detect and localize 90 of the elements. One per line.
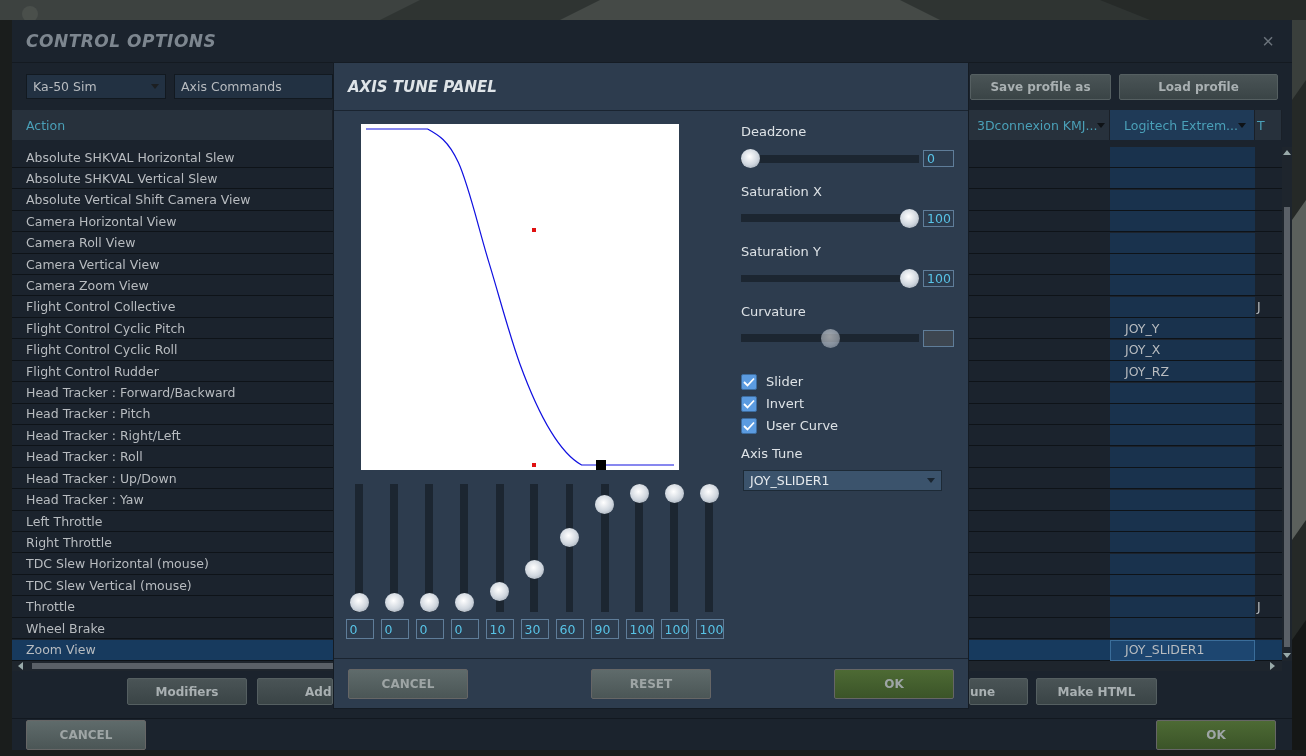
action-cell[interactable]: Zoom View [12, 639, 333, 661]
checkbox[interactable] [741, 374, 757, 390]
caret-icon [151, 84, 159, 89]
action-cell[interactable]: Camera Horizontal View [12, 211, 333, 233]
add-button[interactable]: Add [257, 678, 333, 705]
value-field[interactable]: 10 [485, 619, 514, 639]
checkbox-label: Invert [766, 396, 805, 412]
value-field[interactable] [923, 329, 954, 347]
action-cell[interactable]: TDC Slew Horizontal (mouse) [12, 553, 333, 575]
action-cell[interactable]: Flight Control Cyclic Roll [12, 339, 333, 361]
slider-thumb[interactable] [900, 208, 919, 228]
setting-label: Saturation X [741, 184, 823, 200]
slider-thumb[interactable] [900, 268, 919, 288]
column-header[interactable]: 3Dconnexion KMJ... [969, 110, 1110, 140]
checkbox-label: User Curve [766, 418, 839, 434]
slider-thumb[interactable] [700, 484, 719, 503]
action-cell[interactable]: Flight Control Collective [12, 296, 333, 318]
dropdown[interactable]: Axis Commands [174, 74, 333, 99]
setting-label: Deadzone [741, 124, 808, 140]
action-cell[interactable]: Head Tracker : Forward/Backward [12, 382, 333, 404]
setting-label: Saturation Y [741, 244, 822, 260]
value-field[interactable]: 100 [660, 619, 689, 639]
slider-thumb[interactable] [350, 593, 369, 612]
action-cell[interactable]: Camera Vertical View [12, 254, 333, 276]
checkbox[interactable] [741, 418, 757, 434]
window-title: CONTROL OPTIONS [26, 31, 217, 51]
column-header[interactable]: Logitech Extrem... [1110, 110, 1255, 140]
slider-thumb[interactable] [665, 484, 684, 503]
value-field[interactable]: 100 [923, 209, 954, 227]
binding-cell: JOY_X [1110, 339, 1255, 361]
slider-thumb[interactable] [385, 593, 404, 612]
panel-title: AXIS TUNE PANEL [348, 77, 497, 96]
action-cell[interactable]: Camera Roll View [12, 232, 333, 254]
value-field[interactable]: 30 [520, 619, 549, 639]
slider-thumb[interactable] [595, 494, 614, 514]
value-field[interactable]: 100 [923, 269, 954, 287]
action-cell[interactable]: Head Tracker : Yaw [12, 489, 333, 511]
action-cell[interactable]: Head Tracker : Right/Left [12, 425, 333, 447]
axis-dropdown[interactable]: JOY_SLIDER1 [743, 470, 942, 491]
binding-cell [1255, 639, 1282, 661]
value-field[interactable]: 0 [380, 619, 409, 639]
setting-label: Curvature [741, 304, 807, 320]
value-field[interactable]: 100 [695, 619, 724, 639]
value-field[interactable]: 0 [923, 149, 954, 167]
point-marker [532, 463, 536, 467]
action-cell[interactable]: Absolute SHKVAL Horizontal Slew [12, 147, 333, 168]
action-cell[interactable]: Absolute SHKVAL Vertical Slew [12, 168, 333, 190]
column-header[interactable]: Action [12, 110, 333, 140]
handle-marker [596, 460, 606, 470]
action-cell[interactable]: Flight Control Rudder [12, 361, 333, 383]
action-cell[interactable]: Right Throttle [12, 532, 333, 554]
binding-cell: JOY_SLIDER1 [1110, 639, 1255, 661]
profile-button[interactable]: Save profile as [970, 73, 1111, 100]
action-cell[interactable]: Flight Control Cyclic Pitch [12, 318, 333, 340]
value-field[interactable]: 0 [450, 619, 479, 639]
action-cell[interactable]: Head Tracker : Up/Down [12, 468, 333, 490]
action-cell[interactable]: Wheel Brake [12, 618, 333, 640]
slider-thumb[interactable] [741, 148, 760, 168]
action-cell[interactable]: Camera Zoom View [12, 275, 333, 297]
slider-thumb[interactable] [630, 484, 649, 503]
dropdown[interactable]: Ka-50 Sim [26, 74, 166, 99]
checkbox-label: Slider [766, 374, 804, 390]
value-field[interactable]: 90 [590, 619, 619, 639]
slider-thumb[interactable] [420, 593, 439, 612]
checkbox[interactable] [741, 396, 757, 412]
value-field[interactable]: 0 [345, 619, 374, 639]
column-header[interactable]: T [1255, 110, 1282, 140]
action-cell[interactable]: Head Tracker : Pitch [12, 403, 333, 425]
value-field[interactable]: 0 [415, 619, 444, 639]
slider-thumb[interactable] [560, 527, 579, 547]
binding-cell: JOY_Y [1110, 318, 1255, 340]
make-html-button[interactable]: Make HTML [1036, 678, 1157, 705]
value-field[interactable]: 60 [555, 619, 584, 639]
slider-thumb[interactable] [525, 560, 544, 580]
binding-cell: JOY_RZ [1110, 361, 1255, 383]
action-cell[interactable]: Absolute Vertical Shift Camera View [12, 189, 333, 211]
action-cell[interactable]: Left Throttle [12, 511, 333, 533]
slider-thumb[interactable] [490, 582, 509, 602]
profile-button[interactable]: Load profile [1119, 73, 1278, 100]
close-button[interactable]: × [1258, 29, 1278, 53]
modifiers-button[interactable]: Modifiers [127, 678, 247, 705]
axis-tune-button[interactable]: une [969, 678, 1028, 705]
point-marker [532, 228, 536, 232]
setting-label: Axis Tune [741, 446, 804, 462]
action-cell[interactable]: Throttle [12, 596, 333, 618]
action-cell[interactable]: Head Tracker : Roll [12, 446, 333, 468]
slider-thumb[interactable] [455, 593, 474, 612]
value-field[interactable]: 100 [625, 619, 654, 639]
action-cell[interactable]: TDC Slew Vertical (mouse) [12, 575, 333, 597]
caret-icon [927, 478, 935, 483]
